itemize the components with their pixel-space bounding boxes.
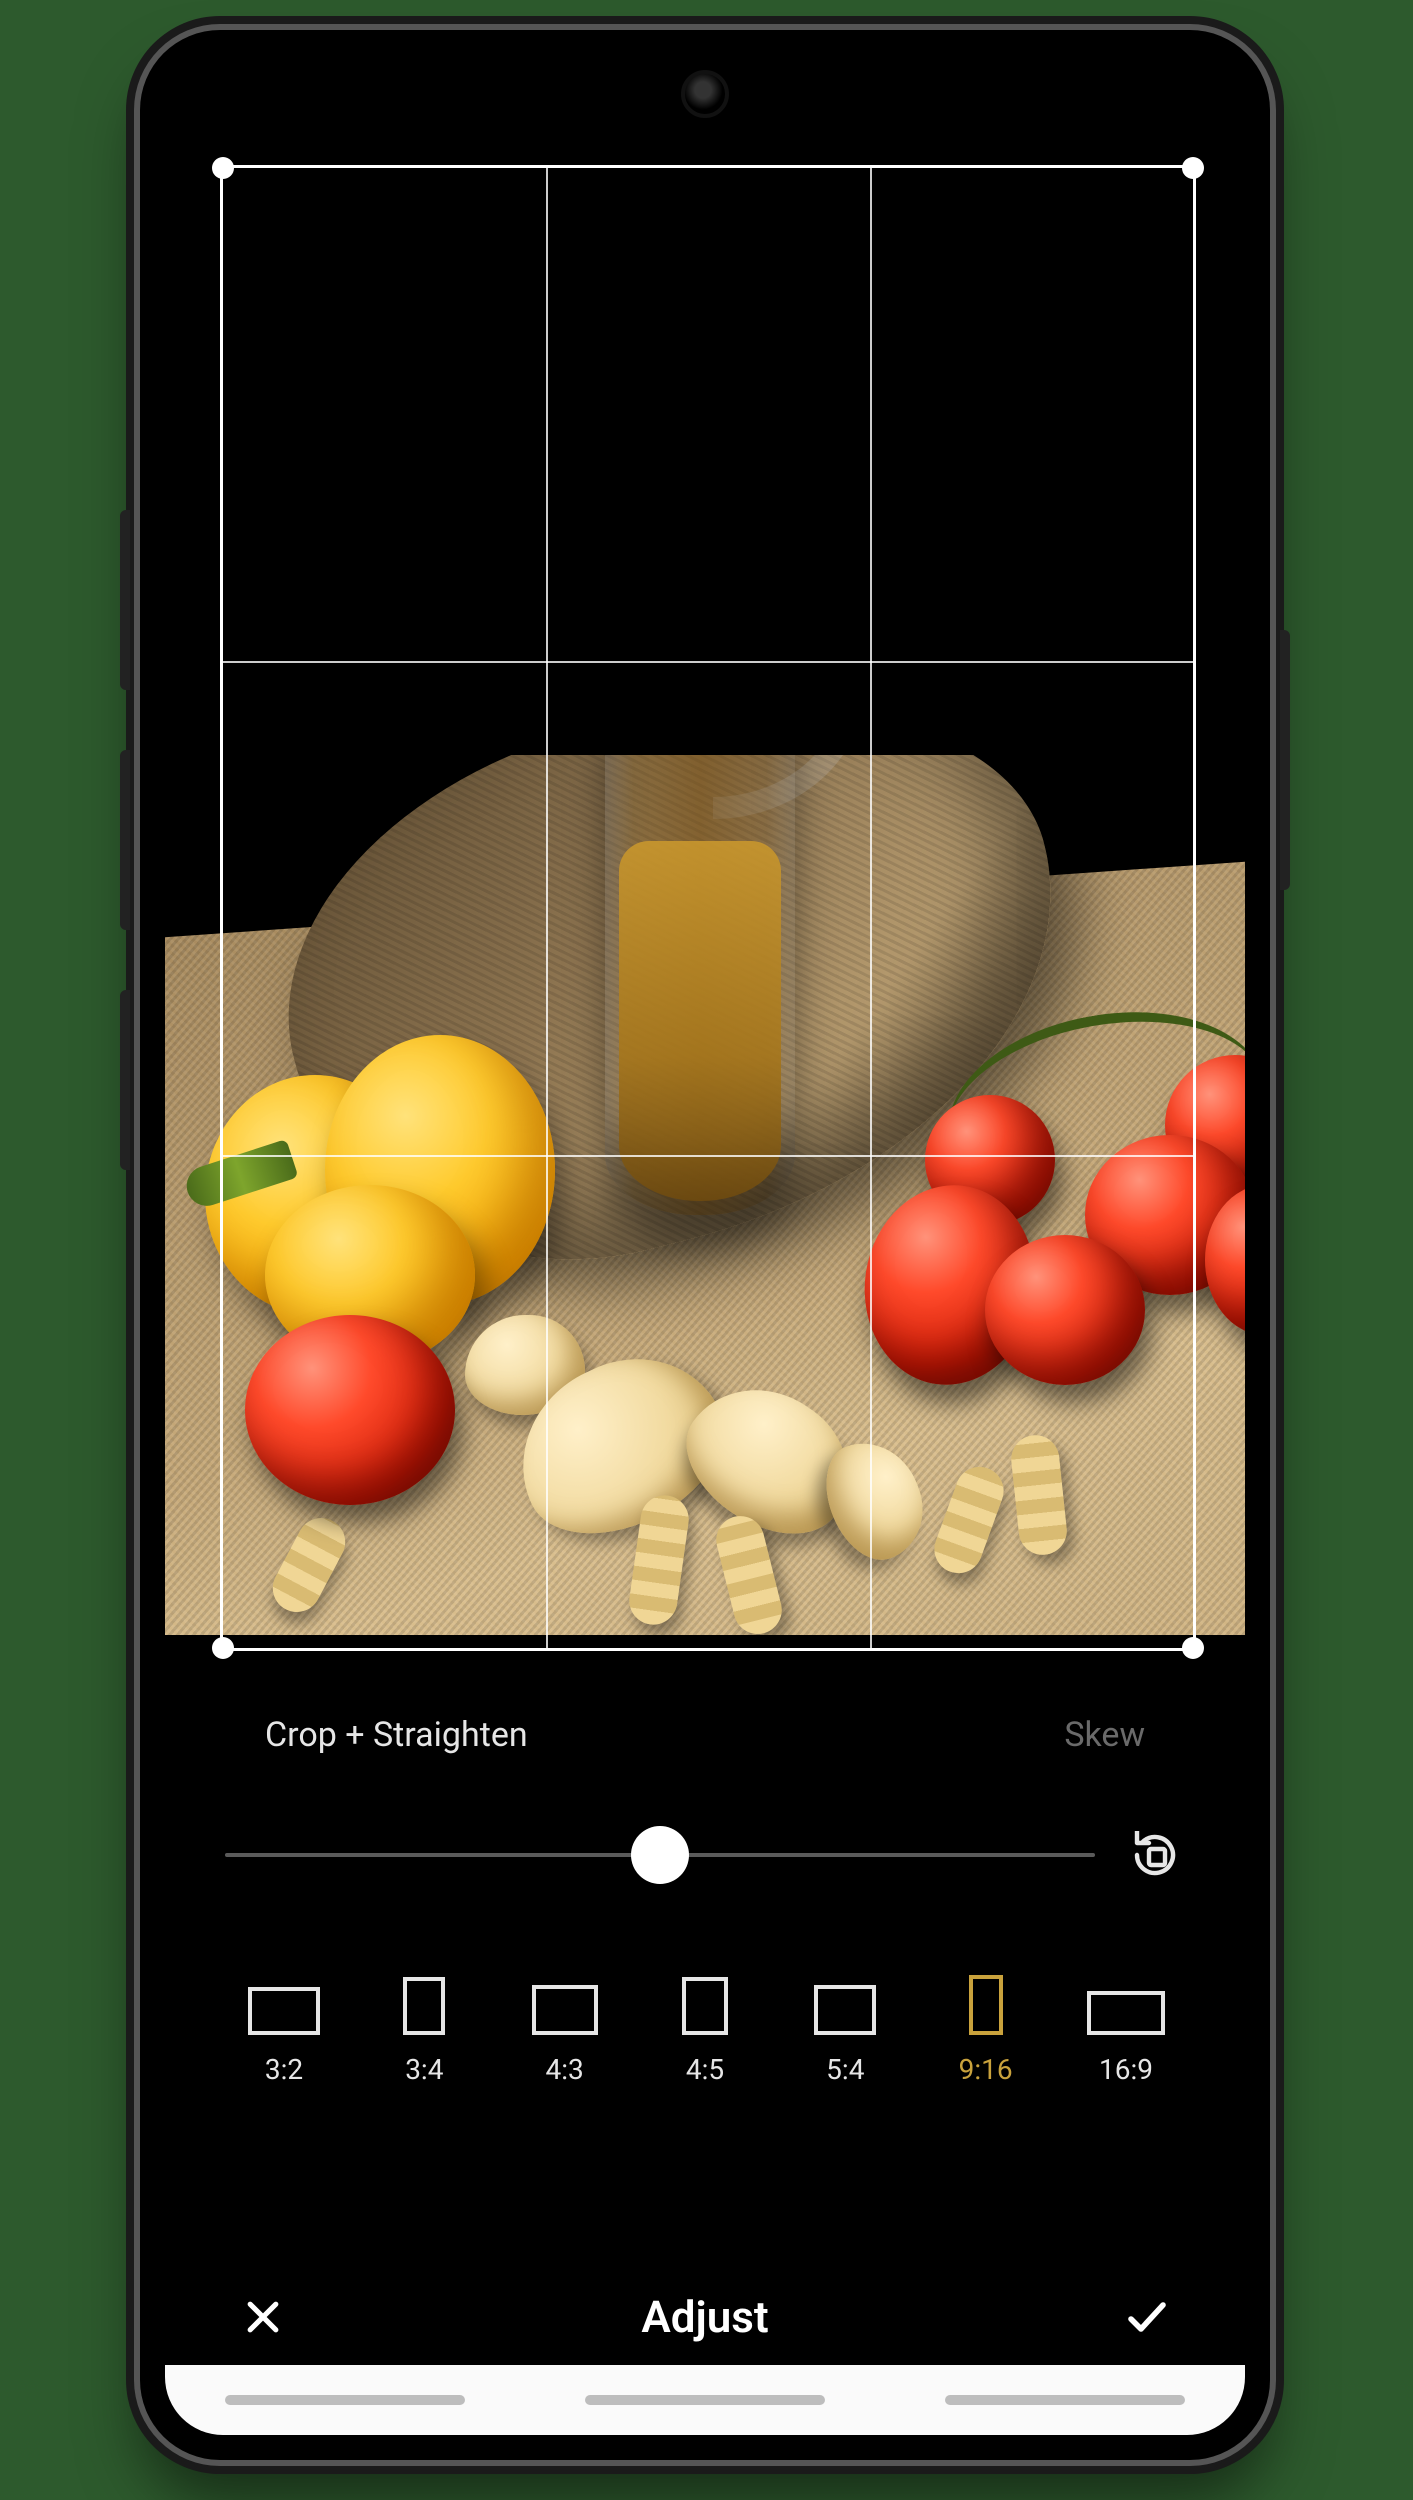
straighten-slider-row xyxy=(225,1825,1185,1885)
aspect-ratio-icon xyxy=(403,1977,445,2035)
aspect-ratio-label: 5:4 xyxy=(826,2053,864,2086)
screen: Crop + Straighten Skew 3:23:44 xyxy=(165,55,1245,2435)
aspect-ratio-icon xyxy=(969,1975,1003,2035)
controls-panel: Crop + Straighten Skew 3:23:44 xyxy=(165,1695,1245,2435)
nav-back[interactable] xyxy=(945,2395,1185,2405)
crop-canvas[interactable] xyxy=(165,135,1245,1695)
crop-handle-bottom-left[interactable] xyxy=(212,1637,234,1659)
slider-thumb[interactable] xyxy=(631,1826,689,1884)
photo-pepper xyxy=(205,1035,575,1355)
crop-handle-top-left[interactable] xyxy=(212,157,234,179)
aspect-ratio-4-3[interactable]: 4:3 xyxy=(510,1985,620,2086)
android-nav-bar xyxy=(165,2365,1245,2435)
aspect-ratio-row: 3:2 3:4 4:3 4:5 5:4 9:16 16:9 xyxy=(225,1975,1185,2086)
confirm-button[interactable] xyxy=(1119,2289,1175,2345)
front-camera xyxy=(681,70,729,118)
nav-recent[interactable] xyxy=(225,2395,465,2405)
aspect-ratio-label: 16:9 xyxy=(1099,2053,1153,2086)
aspect-ratio-label: 3:4 xyxy=(405,2053,443,2086)
aspect-ratio-label: 4:3 xyxy=(546,2053,584,2086)
crop-handle-bottom-right[interactable] xyxy=(1182,1637,1204,1659)
straighten-slider[interactable] xyxy=(225,1853,1095,1857)
photo-preview xyxy=(165,755,1245,1635)
aspect-ratio-icon xyxy=(814,1985,876,2035)
crop-handle-top-right[interactable] xyxy=(1182,157,1204,179)
aspect-ratio-icon xyxy=(248,1987,320,2035)
aspect-ratio-icon xyxy=(682,1977,728,2035)
aspect-ratio-4-5[interactable]: 4:5 xyxy=(650,1977,760,2086)
aspect-ratio-9-16[interactable]: 9:16 xyxy=(931,1975,1041,2086)
bottom-bar: Adjust xyxy=(165,2289,1245,2345)
aspect-ratio-label: 4:5 xyxy=(686,2053,724,2086)
aspect-ratio-3-2[interactable]: 3:2 xyxy=(229,1987,339,2086)
aspect-ratio-3-4[interactable]: 3:4 xyxy=(369,1977,479,2086)
cancel-button[interactable] xyxy=(235,2289,291,2345)
phone-frame: Crop + Straighten Skew 3:23:44 xyxy=(140,30,1270,2460)
aspect-ratio-label: 3:2 xyxy=(265,2053,303,2086)
check-icon xyxy=(1123,2293,1171,2341)
tab-crop-straighten[interactable]: Crop + Straighten xyxy=(265,1715,528,1755)
rotate-button[interactable] xyxy=(1125,1825,1185,1885)
grid-line xyxy=(223,661,1193,663)
aspect-ratio-icon xyxy=(1087,1991,1165,2035)
photo-bottle xyxy=(605,755,795,1215)
rotate-icon xyxy=(1131,1831,1179,1879)
aspect-ratio-label: 9:16 xyxy=(959,2053,1013,2086)
nav-home[interactable] xyxy=(585,2395,825,2405)
aspect-ratio-16-9[interactable]: 16:9 xyxy=(1071,1991,1181,2086)
mode-tabs: Crop + Straighten Skew xyxy=(225,1695,1185,1765)
aspect-ratio-icon xyxy=(532,1985,598,2035)
aspect-ratio-5-4[interactable]: 5:4 xyxy=(790,1985,900,2086)
screen-title: Adjust xyxy=(641,2291,768,2343)
close-icon xyxy=(241,2295,285,2339)
tab-skew[interactable]: Skew xyxy=(1064,1715,1145,1755)
